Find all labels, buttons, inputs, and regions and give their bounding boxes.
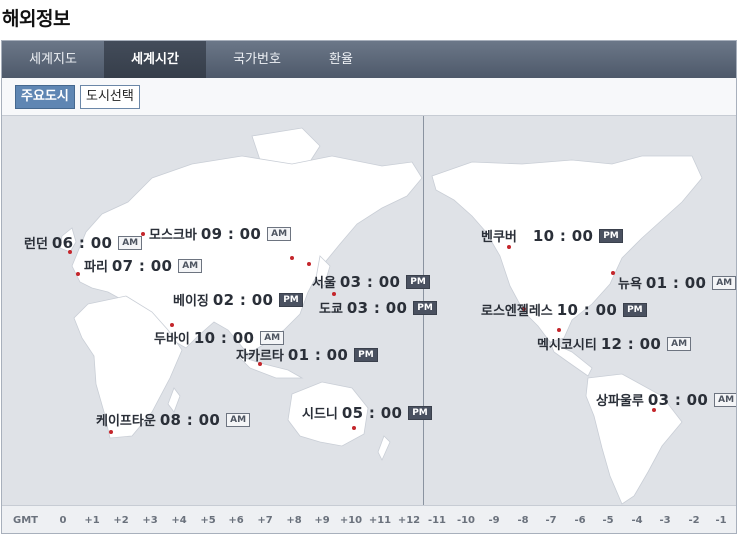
gmt-offset: -4 (631, 515, 643, 526)
gmt-offset: +11 (368, 515, 392, 526)
city-label-sao-paulo: 상파울루 03 : 00 AM (596, 390, 736, 409)
city-label-moscow: 모스크바 09 : 00 AM (149, 224, 292, 243)
gmt-offset: +10 (339, 515, 363, 526)
city-label-los-angeles: 로스엔젤레스 10 : 00 PM (481, 300, 647, 319)
city-label-capetown: 케이프타운 08 : 00 AM (96, 410, 251, 429)
gmt-offset-bar: GMT 0 +1 +2 +3 +4 +5 +6 +7 +8 +9 +10 +11… (2, 505, 736, 533)
gmt-offset: +2 (113, 515, 129, 526)
gmt-offset: +9 (314, 515, 330, 526)
city-label-seoul: 서울 03 : 00 PM (312, 272, 430, 291)
gmt-offset: +4 (171, 515, 187, 526)
city-label-vancouver: 벤쿠버 10 : 00 PM (481, 226, 623, 245)
tab-world-time[interactable]: 세계시간 (104, 41, 206, 78)
gmt-offset: +5 (200, 515, 216, 526)
gmt-offset: +3 (142, 515, 158, 526)
tab-world-map[interactable]: 세계지도 (2, 41, 104, 78)
city-label-london: 런던 06 : 00 AM (24, 233, 143, 252)
gmt-offset: -7 (545, 515, 557, 526)
world-map: 런던 06 : 00 AM 파리 07 : 00 AM 모스크바 09 : 00 AM 베이… (2, 116, 736, 505)
gmt-offset: -5 (602, 515, 614, 526)
city-label-jakarta: 자카르타 01 : 00 PM (236, 345, 378, 364)
gmt-offset: -1 (715, 515, 727, 526)
gmt-offset: -10 (456, 515, 476, 526)
city-label-mexico-city: 멕시코시티 12 : 00 AM (537, 334, 692, 353)
gmt-offset: -8 (517, 515, 529, 526)
gmt-label: GMT (13, 515, 38, 526)
gmt-offset: +1 (84, 515, 100, 526)
gmt-offset: -9 (488, 515, 500, 526)
gmt-offset: +8 (286, 515, 302, 526)
page-title: 해외정보 (2, 8, 70, 30)
major-cities-button[interactable]: 주요도시 (15, 85, 75, 109)
gmt-offset: 0 (59, 515, 67, 526)
tab-bar: 세계지도 세계시간 국가번호 환율 (2, 41, 736, 78)
city-label-sydney: 시드니 05 : 00 PM (302, 403, 432, 422)
gmt-offset: -6 (574, 515, 586, 526)
city-label-new-york: 뉴욕 01 : 00 AM (618, 273, 736, 292)
gmt-offset: -11 (427, 515, 447, 526)
gmt-offset: -2 (688, 515, 700, 526)
sub-tab-bar: 주요도시 도시선택 (2, 78, 736, 116)
gmt-offset: +6 (228, 515, 244, 526)
tab-exchange-rate[interactable]: 환율 (290, 41, 392, 78)
world-time-widget: 세계지도 세계시간 국가번호 환율 주요도시 도시선택 런던 06: 00 A… (1, 40, 737, 534)
gmt-offset: +7 (257, 515, 273, 526)
city-label-beijing: 베이징 02 : 00 PM (173, 290, 303, 309)
gmt-offset: +12 (397, 515, 421, 526)
city-label-tokyo: 도쿄 03 : 00 PM (319, 298, 437, 317)
city-label-paris: 파리 07 : 00 AM (84, 256, 203, 275)
gmt-offset: -3 (659, 515, 671, 526)
select-city-button[interactable]: 도시선택 (80, 85, 140, 109)
